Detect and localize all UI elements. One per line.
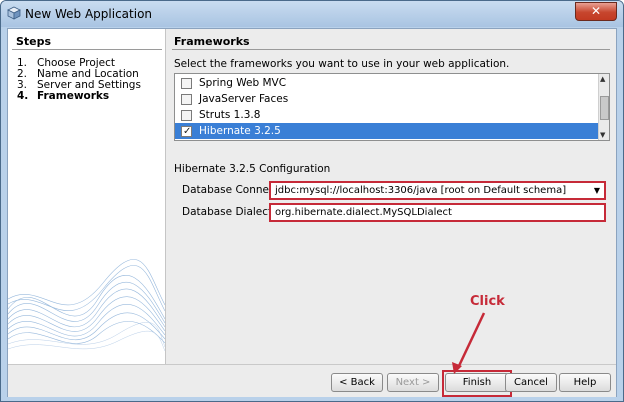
framework-checkbox[interactable]	[181, 78, 192, 89]
finish-button[interactable]: Finish	[445, 373, 509, 392]
database-dialect-field[interactable]: org.hibernate.dialect.MySQLDialect	[269, 203, 606, 222]
wizard-body: Steps 1. Choose Project 2. Name and Locati…	[7, 28, 617, 397]
database-connection-value: jdbc:mysql://localhost:3306/java [root o…	[275, 185, 567, 196]
database-dialect-label: Database Dialect:	[182, 206, 276, 218]
scroll-down-arrow-icon[interactable]: ▼	[600, 131, 605, 139]
step-label: Frameworks	[37, 90, 110, 102]
frameworks-divider	[172, 49, 610, 50]
close-icon: ✕	[590, 4, 602, 18]
framework-checkbox[interactable]	[181, 94, 192, 105]
step-number: 4.	[17, 90, 29, 102]
help-button[interactable]: Help	[559, 373, 611, 392]
steps-heading: Steps	[16, 35, 52, 48]
netbeans-cube-icon	[7, 6, 21, 20]
instructions-text: Select the frameworks you want to use in…	[174, 58, 510, 70]
next-button[interactable]: Next >	[387, 373, 439, 392]
frameworks-panel: Frameworks Select the frameworks you wan…	[166, 29, 616, 364]
configuration-title: Hibernate 3.2.5 Configuration	[174, 163, 331, 175]
framework-label: JavaServer Faces	[199, 93, 289, 105]
framework-item-javaserver-faces[interactable]: JavaServer Faces	[175, 91, 599, 107]
database-dialect-value: org.hibernate.dialect.MySQLDialect	[275, 207, 452, 218]
frameworks-heading: Frameworks	[174, 35, 250, 48]
list-scrollbar[interactable]: ▲ ▼	[598, 74, 609, 140]
title-bar[interactable]: New Web Application ✕	[1, 1, 623, 27]
framework-checkbox[interactable]	[181, 110, 192, 121]
framework-label: Hibernate 3.2.5	[199, 125, 281, 137]
steps-divider	[12, 49, 162, 50]
steps-panel: Steps 1. Choose Project 2. Name and Locati…	[8, 29, 166, 364]
framework-item-hibernate[interactable]: ✓ Hibernate 3.2.5	[175, 123, 599, 139]
step-frameworks: 4. Frameworks	[17, 90, 109, 102]
framework-label: Spring Web MVC	[199, 77, 287, 89]
cancel-button[interactable]: Cancel	[505, 373, 557, 392]
click-annotation-label: Click	[470, 294, 505, 309]
new-web-application-window: New Web Application ✕ Steps 1. Choose Pro…	[0, 0, 624, 402]
chevron-down-icon[interactable]: ▼	[594, 183, 600, 198]
close-button[interactable]: ✕	[575, 2, 617, 21]
database-connection-dropdown[interactable]: jdbc:mysql://localhost:3306/java [root o…	[269, 181, 606, 200]
window-title: New Web Application	[25, 7, 153, 21]
framework-item-spring-web-mvc[interactable]: Spring Web MVC	[175, 75, 599, 91]
scroll-thumb[interactable]	[600, 96, 609, 120]
framework-item-struts[interactable]: Struts 1.3.8	[175, 107, 599, 123]
back-button[interactable]: < Back	[331, 373, 383, 392]
framework-checkbox[interactable]: ✓	[181, 126, 192, 137]
decorative-wave-graphic	[8, 259, 165, 352]
scroll-up-arrow-icon[interactable]: ▲	[600, 75, 605, 83]
checkmark-icon: ✓	[183, 126, 192, 137]
framework-label: Struts 1.3.8	[199, 109, 261, 121]
frameworks-list[interactable]: Spring Web MVC JavaServer Faces Struts 1…	[174, 73, 610, 141]
button-bar: < Back Next > Finish Cancel Help	[8, 364, 616, 397]
